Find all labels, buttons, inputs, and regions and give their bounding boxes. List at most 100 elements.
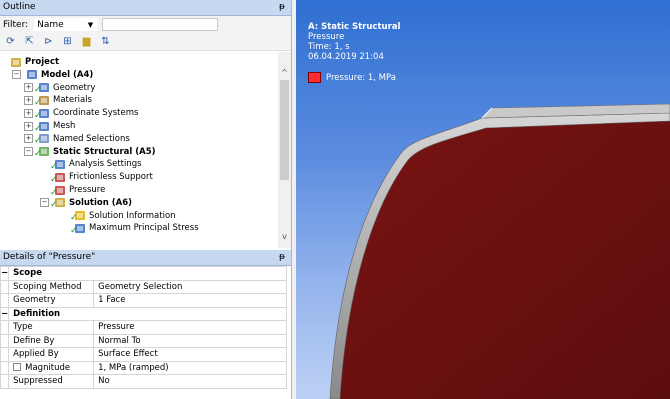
graphics-viewport[interactable]: A: Static Structural Pressure Time: 1, s… bbox=[296, 0, 670, 399]
legend-line-1: Pressure bbox=[308, 32, 345, 42]
plus-box-icon[interactable]: ⊞ bbox=[61, 35, 74, 48]
filter-value: Name bbox=[37, 20, 64, 30]
tree-item[interactable]: − ✓ Static Structural (A5) bbox=[24, 146, 156, 159]
details-value[interactable]: Normal To bbox=[93, 333, 287, 348]
tree-item[interactable]: ✓ Maximum Principal Stress bbox=[60, 222, 199, 236]
maximum-principal-stress-icon: ✓ bbox=[70, 223, 86, 236]
filter-search-input[interactable] bbox=[102, 18, 219, 31]
check-icon: ✓ bbox=[50, 200, 58, 211]
legend: A: Static Structural Pressure Time: 1, s… bbox=[308, 22, 400, 83]
row-gutter bbox=[0, 360, 9, 375]
tree-item-label: Materials bbox=[53, 95, 92, 106]
tree-item-label: Named Selections bbox=[53, 133, 130, 144]
details-row[interactable]: Type Pressure bbox=[0, 320, 287, 335]
tree-item-label: Pressure bbox=[69, 185, 106, 195]
expand-icon[interactable]: + bbox=[24, 134, 33, 144]
sort-icon[interactable]: ⇅ bbox=[99, 35, 112, 48]
pressure-icon: ✓ bbox=[50, 185, 66, 198]
expand-icon[interactable]: ⇱ bbox=[23, 35, 36, 48]
expand-icon[interactable]: + bbox=[24, 83, 33, 93]
details-row[interactable]: Geometry 1 Face bbox=[0, 293, 287, 308]
pin-icon[interactable]: ᵽ bbox=[279, 250, 285, 265]
pressure-face bbox=[330, 116, 670, 399]
tree-scrollbar[interactable]: ^ v bbox=[278, 52, 291, 248]
details-key: Scoping Method bbox=[8, 279, 95, 294]
tree-expand-icon[interactable]: ⊳ bbox=[42, 35, 55, 48]
tree-item[interactable]: ✓ Frictionless Support bbox=[40, 171, 153, 185]
scroll-up-icon[interactable]: ^ bbox=[278, 68, 291, 77]
scroll-thumb[interactable] bbox=[280, 80, 289, 180]
legend-entry: Pressure: 1, MPa bbox=[308, 72, 400, 83]
tree-item-label: Model (A4) bbox=[41, 69, 94, 80]
details-row[interactable]: Applied By Surface Effect bbox=[0, 347, 287, 362]
details-key: Applied By bbox=[8, 347, 95, 362]
section-title: Scope bbox=[8, 266, 287, 281]
outline-pane: Outline ᵽ Filter: Name ▼ ⟳ ⇱ ⊳ ⊞ ▆ ⇅ Pro… bbox=[0, 0, 292, 250]
filter-dropdown[interactable]: Name ▼ bbox=[34, 18, 99, 31]
details-row[interactable]: Scoping Method Geometry Selection bbox=[0, 279, 287, 294]
collapse-icon[interactable]: − bbox=[12, 70, 21, 80]
pin-icon[interactable]: ᵽ bbox=[279, 0, 285, 15]
collapse-icon[interactable]: − bbox=[40, 198, 49, 208]
row-gutter bbox=[0, 333, 9, 348]
collapse-icon[interactable]: − bbox=[0, 266, 9, 281]
outline-tree: Project − Model (A4) + ✓ Geometry + ✓ Materials +… bbox=[0, 52, 278, 248]
details-table: − Scope Scoping Method Geometry Selection Ge… bbox=[0, 266, 287, 389]
tree-item[interactable]: − ✓ Solution (A6) bbox=[40, 197, 133, 211]
tree-item[interactable]: ✓ Analysis Settings bbox=[40, 158, 142, 172]
collapse-icon[interactable]: − bbox=[0, 306, 9, 321]
details-section-header[interactable]: − Definition bbox=[0, 306, 287, 321]
tree-item[interactable]: + ✓ Geometry bbox=[24, 82, 95, 95]
folder-icon[interactable]: ▆ bbox=[80, 35, 93, 48]
tree-item[interactable]: ✓ Solution Information bbox=[60, 210, 176, 224]
tree-item-label: Coordinate Systems bbox=[53, 108, 139, 119]
refresh-icon[interactable]: ⟳ bbox=[4, 35, 17, 48]
tree-item-label: Static Structural (A5) bbox=[53, 146, 156, 157]
details-section-header[interactable]: − Scope bbox=[0, 266, 287, 281]
details-title-bar: Details of "Pressure" ᵽ bbox=[0, 250, 291, 266]
tree-item[interactable]: Project bbox=[8, 56, 59, 68]
legend-item-label: Pressure: 1, MPa bbox=[326, 72, 396, 83]
named-selections-icon: ✓ bbox=[34, 133, 50, 146]
details-value[interactable]: 1 Face bbox=[93, 293, 287, 308]
static-structural-icon: ✓ bbox=[34, 146, 50, 159]
tree-item[interactable]: + ✓ Coordinate Systems bbox=[24, 107, 139, 121]
project-icon bbox=[8, 57, 22, 68]
details-value[interactable]: Geometry Selection bbox=[93, 279, 287, 294]
tree-item[interactable]: + ✓ Materials bbox=[24, 94, 92, 108]
details-value[interactable]: Pressure bbox=[93, 320, 287, 335]
expand-icon[interactable]: + bbox=[24, 121, 33, 131]
details-value[interactable]: 1, MPa (ramped) bbox=[93, 360, 287, 375]
details-row[interactable]: Suppressed No bbox=[0, 374, 287, 389]
details-row[interactable]: Magnitude 1, MPa (ramped) bbox=[0, 360, 287, 375]
tree-item[interactable]: ✓ Pressure bbox=[40, 184, 106, 198]
tree-item[interactable]: + ✓ Named Selections bbox=[24, 133, 130, 146]
expand-icon[interactable]: + bbox=[24, 108, 33, 118]
tree-item-label: Solution Information bbox=[89, 210, 176, 221]
details-row[interactable]: Define By Normal To bbox=[0, 333, 287, 348]
tree-item[interactable]: + ✓ Mesh bbox=[24, 120, 76, 134]
outline-title: Outline bbox=[3, 2, 36, 12]
details-key: Magnitude bbox=[8, 360, 95, 375]
parameter-checkbox[interactable] bbox=[13, 363, 22, 372]
model-icon bbox=[24, 69, 38, 80]
details-key: Define By bbox=[8, 333, 95, 348]
mesh-icon: ✓ bbox=[34, 121, 50, 134]
details-value[interactable]: No bbox=[93, 374, 287, 389]
check-icon: ✓ bbox=[70, 225, 78, 236]
tree-item-label: Solution (A6) bbox=[69, 197, 133, 208]
filter-row: Filter: Name ▼ bbox=[0, 16, 291, 33]
tree-item-label: Maximum Principal Stress bbox=[89, 223, 199, 234]
details-value[interactable]: Surface Effect bbox=[93, 347, 287, 362]
tree-item-label: Analysis Settings bbox=[69, 159, 142, 170]
solution-information-icon: ✓ bbox=[70, 210, 86, 223]
chevron-down-icon: ▼ bbox=[87, 21, 94, 29]
legend-swatch bbox=[308, 72, 321, 83]
tree-item-label: Mesh bbox=[53, 121, 76, 131]
outline-title-bar: Outline ᵽ bbox=[0, 0, 291, 16]
scroll-down-icon[interactable]: v bbox=[278, 232, 291, 241]
details-key-label: Magnitude bbox=[25, 362, 71, 373]
collapse-icon[interactable]: − bbox=[24, 147, 33, 157]
tree-item[interactable]: − Model (A4) bbox=[12, 69, 93, 81]
expand-icon[interactable]: + bbox=[24, 95, 33, 105]
